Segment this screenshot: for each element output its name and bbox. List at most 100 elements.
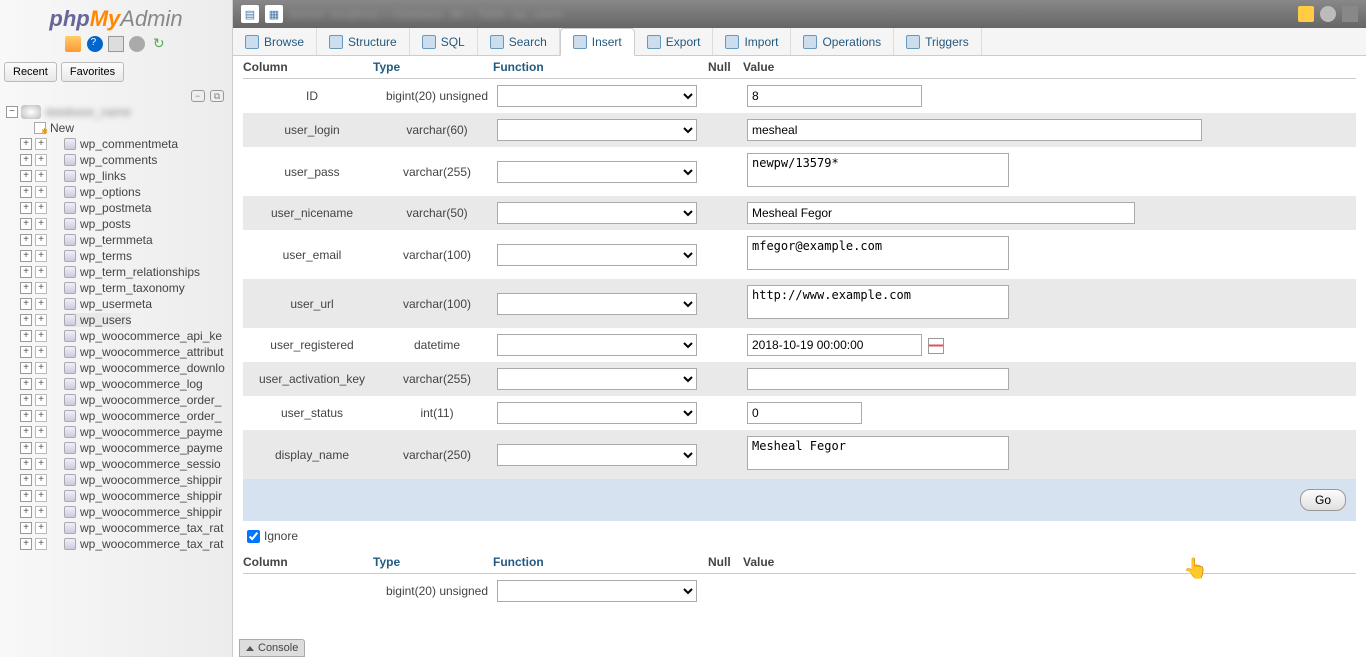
tab-search[interactable]: Search	[478, 28, 560, 55]
function-select[interactable]	[497, 444, 697, 466]
home-icon[interactable]	[65, 36, 81, 52]
page-settings-icon[interactable]	[1320, 6, 1336, 22]
ignore-label[interactable]: Ignore	[247, 529, 298, 543]
reload-icon[interactable]: ↻	[151, 36, 167, 52]
tab-structure[interactable]: Structure	[317, 28, 410, 55]
expand-toggle[interactable]	[20, 426, 32, 438]
table-node[interactable]: wp_woocommerce_downlo	[64, 361, 225, 375]
expand-columns-toggle[interactable]	[35, 234, 47, 246]
expand-toggle[interactable]	[20, 490, 32, 502]
expand-columns-toggle[interactable]	[35, 474, 47, 486]
value-input[interactable]	[747, 368, 1009, 390]
function-select[interactable]	[497, 202, 697, 224]
expand-columns-toggle[interactable]	[35, 538, 47, 550]
table-node[interactable]: wp_posts	[64, 217, 131, 231]
tab-export[interactable]: Export	[635, 28, 714, 55]
expand-toggle[interactable]	[20, 154, 32, 166]
expand-toggle[interactable]	[20, 186, 32, 198]
expand-toggle[interactable]	[20, 458, 32, 470]
table-node[interactable]: wp_woocommerce_sessio	[64, 457, 221, 471]
lock-icon[interactable]	[1298, 6, 1314, 22]
function-select[interactable]	[497, 334, 697, 356]
expand-toggle[interactable]	[20, 410, 32, 422]
calendar-icon[interactable]	[928, 338, 944, 354]
expand-columns-toggle[interactable]	[35, 378, 47, 390]
table-node[interactable]: wp_links	[64, 169, 126, 183]
function-select[interactable]	[497, 244, 697, 266]
console-toggle[interactable]: Console	[239, 639, 305, 657]
tab-insert[interactable]: Insert	[560, 28, 635, 56]
table-node[interactable]: wp_woocommerce_order_	[64, 409, 221, 423]
expand-toggle[interactable]	[20, 218, 32, 230]
value-input[interactable]	[747, 202, 1135, 224]
expand-toggle[interactable]	[20, 346, 32, 358]
function-select[interactable]	[497, 402, 697, 424]
database-node[interactable]: database_name	[21, 105, 131, 119]
expand-toggle[interactable]	[20, 202, 32, 214]
expand-columns-toggle[interactable]	[35, 346, 47, 358]
function-select[interactable]	[497, 85, 697, 107]
expand-columns-toggle[interactable]	[35, 410, 47, 422]
recent-button[interactable]: Recent	[4, 62, 57, 82]
expand-columns-toggle[interactable]	[35, 458, 47, 470]
nav-settings-icon[interactable]	[129, 36, 145, 52]
table-node[interactable]: wp_termmeta	[64, 233, 153, 247]
function-select[interactable]	[497, 119, 697, 141]
tab-operations[interactable]: Operations	[791, 28, 894, 55]
expand-columns-toggle[interactable]	[35, 298, 47, 310]
collapse-all-icon[interactable]: −	[191, 90, 205, 102]
header-type[interactable]: Type	[373, 60, 493, 74]
function-select[interactable]	[497, 293, 697, 315]
expand-columns-toggle[interactable]	[35, 202, 47, 214]
expand-columns-toggle[interactable]	[35, 362, 47, 374]
table-node[interactable]: wp_woocommerce_order_	[64, 393, 221, 407]
expand-toggle[interactable]	[20, 282, 32, 294]
expand-columns-toggle[interactable]	[35, 442, 47, 454]
table-node[interactable]: wp_postmeta	[64, 201, 151, 215]
expand-columns-toggle[interactable]	[35, 170, 47, 182]
table-node[interactable]: wp_woocommerce_shippir	[64, 505, 222, 519]
value-input[interactable]	[747, 334, 922, 356]
tab-import[interactable]: Import	[713, 28, 791, 55]
table-node[interactable]: wp_woocommerce_shippir	[64, 489, 222, 503]
expand-toggle[interactable]	[20, 330, 32, 342]
value-input[interactable]	[747, 85, 922, 107]
expand-toggle[interactable]	[20, 314, 32, 326]
expand-columns-toggle[interactable]	[35, 218, 47, 230]
expand-columns-toggle[interactable]	[35, 282, 47, 294]
table-node[interactable]: wp_woocommerce_tax_rat	[64, 537, 223, 551]
value-textarea[interactable]: Mesheal Fegor	[747, 436, 1009, 470]
expand-columns-toggle[interactable]	[35, 154, 47, 166]
value-textarea[interactable]: http://www.example.com	[747, 285, 1009, 319]
query-window-icon[interactable]	[108, 36, 124, 52]
expand-toggle[interactable]	[20, 506, 32, 518]
favorites-button[interactable]: Favorites	[61, 62, 124, 82]
table-node[interactable]: wp_woocommerce_payme	[64, 425, 223, 439]
expand-columns-toggle[interactable]	[35, 266, 47, 278]
expand-columns-toggle[interactable]	[35, 186, 47, 198]
value-input[interactable]	[747, 119, 1202, 141]
expand-toggle[interactable]	[20, 394, 32, 406]
collapse-top-icon[interactable]	[1342, 6, 1358, 22]
header-function[interactable]: Function	[493, 60, 708, 74]
function-select[interactable]	[497, 368, 697, 390]
value-textarea[interactable]: mfegor@example.com	[747, 236, 1009, 270]
function-select[interactable]	[497, 580, 697, 602]
table-node[interactable]: wp_woocommerce_api_ke	[64, 329, 222, 343]
expand-columns-toggle[interactable]	[35, 250, 47, 262]
expand-columns-toggle[interactable]	[35, 394, 47, 406]
expand-columns-toggle[interactable]	[35, 522, 47, 534]
expand-columns-toggle[interactable]	[35, 506, 47, 518]
tab-triggers[interactable]: Triggers	[894, 28, 982, 55]
table-node[interactable]: wp_options	[64, 185, 141, 199]
docs-icon[interactable]	[87, 36, 103, 52]
ignore-checkbox[interactable]	[247, 530, 260, 543]
table-node[interactable]: wp_commentmeta	[64, 137, 178, 151]
expand-toggle[interactable]	[20, 250, 32, 262]
expand-toggle[interactable]	[20, 474, 32, 486]
tab-sql[interactable]: SQL	[410, 28, 478, 55]
value-textarea[interactable]: newpw/13579*	[747, 153, 1009, 187]
breadcrumb-path[interactable]: Server: localhost » Database: db » Table…	[289, 7, 1292, 21]
server-icon[interactable]: ▤	[241, 5, 259, 23]
table-node[interactable]: wp_term_relationships	[64, 265, 200, 279]
